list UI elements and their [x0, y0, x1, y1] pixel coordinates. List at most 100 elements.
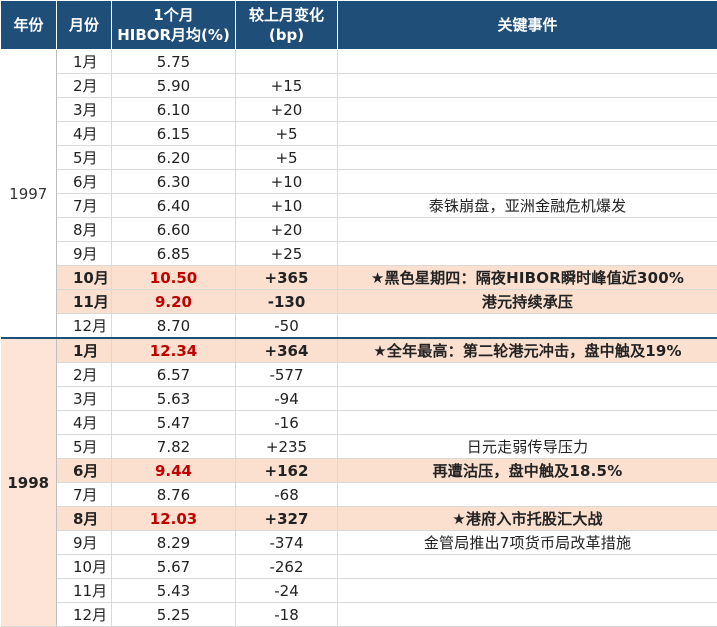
rate-cell: 6.57	[111, 362, 236, 387]
month-cell: 3月	[56, 386, 112, 411]
month-cell: 10月	[56, 265, 112, 290]
header-change: 较上月变化 (bp)	[235, 0, 338, 50]
header-change-line1: 较上月变化	[248, 6, 324, 24]
rate-cell: 6.20	[111, 145, 236, 170]
change-cell: -68	[235, 482, 338, 507]
rate-cell: 10.50	[111, 265, 236, 290]
event-cell	[337, 217, 717, 242]
change-cell: +15	[235, 73, 338, 98]
event-cell	[337, 241, 717, 266]
month-cell: 6月	[56, 458, 112, 483]
change-cell: -16	[235, 410, 338, 435]
change-cell: +364	[235, 337, 338, 363]
event-cell: 日元走弱传导压力	[337, 434, 717, 459]
event-cell: 港元持续承压	[337, 289, 717, 314]
rate-cell: 6.15	[111, 121, 236, 146]
month-cell: 6月	[56, 169, 112, 194]
change-cell: -262	[235, 554, 338, 579]
event-cell	[337, 313, 717, 339]
month-cell: 9月	[56, 241, 112, 266]
rate-cell: 5.90	[111, 73, 236, 98]
table-row: 7月 6.40 +10 泰铢崩盘，亚洲金融危机爆发	[1, 193, 717, 218]
table-row: 10月 10.50 +365 ★黑色星期四：隔夜HIBOR瞬时峰值近300%	[1, 265, 717, 290]
change-cell: +25	[235, 241, 338, 266]
table-row: 9月 6.85 +25	[1, 241, 717, 266]
month-cell: 11月	[56, 289, 112, 314]
rate-cell: 8.76	[111, 482, 236, 507]
header-rate-line1: 1个月	[153, 6, 194, 24]
change-cell: -130	[235, 289, 338, 314]
table-body: 1997 1月 5.75 2月 5.90 +15 3月 6.10 +20 4月 6.15 +5 5月 6.…	[0, 49, 717, 627]
event-cell: ★全年最高：第二轮港元冲击，盘中触及19%	[337, 337, 717, 363]
table-row: 3月 5.63 -94	[1, 386, 717, 411]
table-row: 4月 6.15 +5	[1, 121, 717, 146]
month-cell: 3月	[56, 97, 112, 122]
rate-cell: 5.47	[111, 410, 236, 435]
rate-cell: 5.25	[111, 602, 236, 627]
table-row: 6月 9.44 +162 再遭沽压，盘中触及18.5%	[1, 458, 717, 483]
rate-cell: 12.03	[111, 506, 236, 531]
header-change-line2: (bp)	[268, 26, 305, 44]
header-event: 关键事件	[337, 0, 717, 50]
month-cell: 5月	[56, 145, 112, 170]
rate-cell: 7.82	[111, 434, 236, 459]
event-cell	[337, 97, 717, 122]
event-cell	[337, 169, 717, 194]
change-cell: +10	[235, 193, 338, 218]
rate-cell: 5.67	[111, 554, 236, 579]
change-cell: -94	[235, 386, 338, 411]
change-cell: +20	[235, 97, 338, 122]
change-cell: +365	[235, 265, 338, 290]
table-row: 7月 8.76 -68	[1, 482, 717, 507]
rate-cell: 5.43	[111, 578, 236, 603]
change-cell: -374	[235, 530, 338, 555]
month-cell: 9月	[56, 530, 112, 555]
change-cell: +5	[235, 145, 338, 170]
change-cell: +5	[235, 121, 338, 146]
event-cell	[337, 362, 717, 387]
change-cell: +162	[235, 458, 338, 483]
year-cell: 1997	[0, 49, 57, 339]
month-cell: 11月	[56, 578, 112, 603]
header-rate: 1个月 HIBOR月均(%)	[111, 0, 236, 50]
event-cell	[337, 49, 717, 74]
rate-cell: 6.85	[111, 241, 236, 266]
month-cell: 5月	[56, 434, 112, 459]
table-row: 4月 5.47 -16	[1, 410, 717, 435]
month-cell: 4月	[56, 121, 112, 146]
month-cell: 7月	[56, 193, 112, 218]
event-cell	[337, 578, 717, 603]
table-row: 5月 6.20 +5	[1, 145, 717, 170]
table-row: 12月 5.25 -18	[1, 602, 717, 627]
rate-cell: 6.40	[111, 193, 236, 218]
change-cell: -24	[235, 578, 338, 603]
event-cell: 金管局推出7项货币局改革措施	[337, 530, 717, 555]
header-year: 年份	[0, 0, 57, 50]
change-cell: +327	[235, 506, 338, 531]
change-cell: -18	[235, 602, 338, 627]
event-cell	[337, 482, 717, 507]
event-cell: ★黑色星期四：隔夜HIBOR瞬时峰值近300%	[337, 265, 717, 290]
event-cell	[337, 410, 717, 435]
table-row: 8月 6.60 +20	[1, 217, 717, 242]
year-cell: 1998	[0, 337, 57, 627]
table-row: 5月 7.82 +235 日元走弱传导压力	[1, 434, 717, 459]
event-cell	[337, 121, 717, 146]
event-cell	[337, 602, 717, 627]
rate-cell: 6.10	[111, 97, 236, 122]
table-row: 9月 8.29 -374 金管局推出7项货币局改革措施	[1, 530, 717, 555]
event-cell: 泰铢崩盘，亚洲金融危机爆发	[337, 193, 717, 218]
month-cell: 12月	[56, 313, 112, 339]
change-cell: +235	[235, 434, 338, 459]
event-cell	[337, 554, 717, 579]
month-cell: 12月	[56, 602, 112, 627]
table-row: 10月 5.67 -262	[1, 554, 717, 579]
rate-cell: 12.34	[111, 337, 236, 363]
month-cell: 1月	[56, 49, 112, 74]
event-cell	[337, 73, 717, 98]
change-cell: -577	[235, 362, 338, 387]
month-cell: 10月	[56, 554, 112, 579]
rate-cell: 8.70	[111, 313, 236, 339]
month-cell: 2月	[56, 73, 112, 98]
event-cell: 再遭沽压，盘中触及18.5%	[337, 458, 717, 483]
